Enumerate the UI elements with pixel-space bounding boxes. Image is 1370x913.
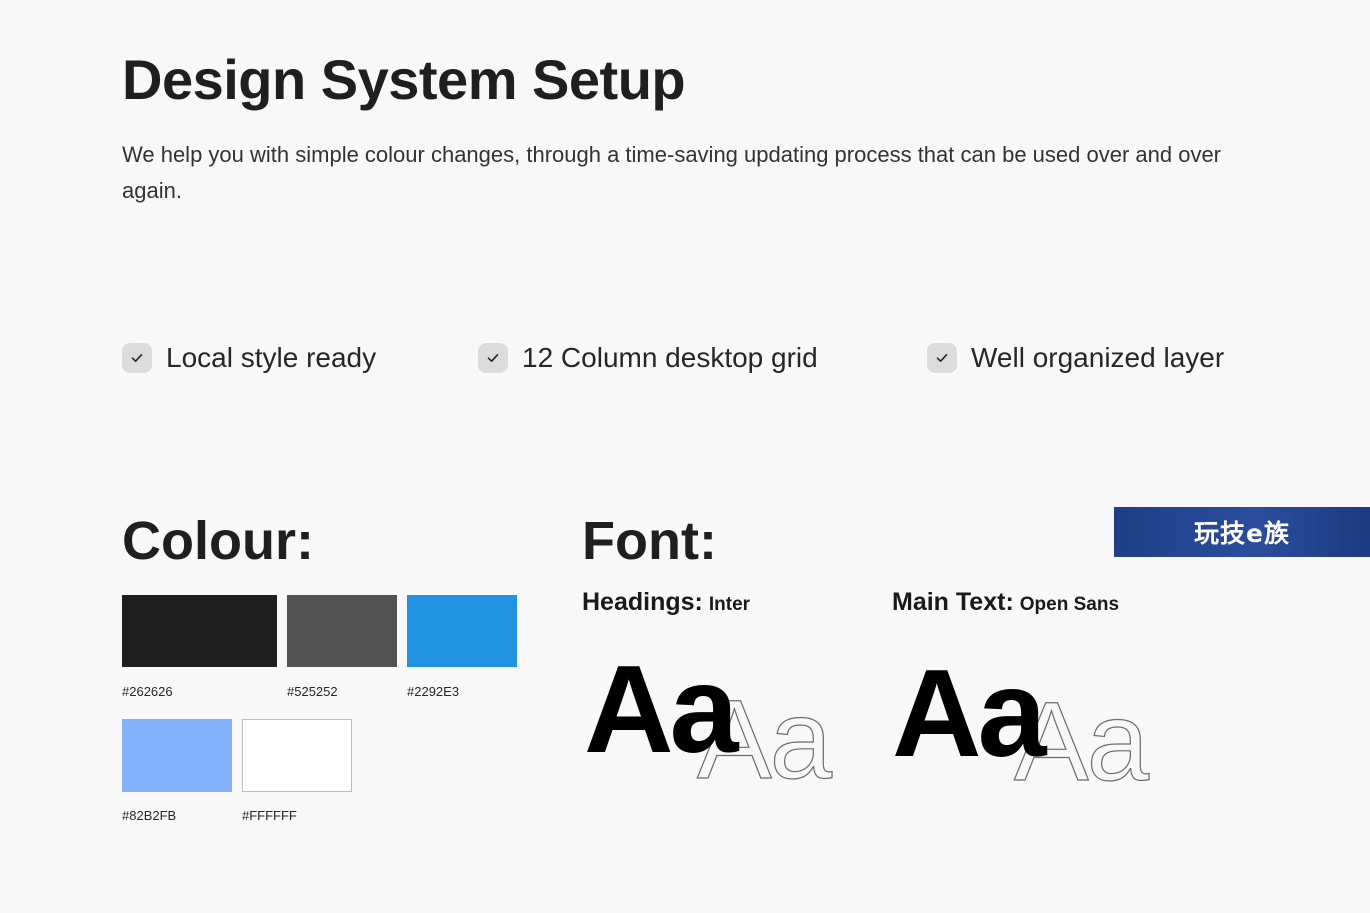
color-swatch	[122, 595, 277, 667]
color-code: #2292E3	[407, 684, 460, 699]
feature-item-local-style: Local style ready	[122, 338, 376, 378]
page-title: Design System Setup	[122, 48, 686, 111]
color-swatch	[122, 719, 232, 792]
headings-label: Headings:	[582, 588, 703, 616]
color-code: #82B2FB	[122, 808, 177, 823]
color-code: #262626	[122, 684, 173, 699]
feature-list: Local style ready 12 Column desktop grid…	[0, 338, 1370, 378]
main-text-font-name: Open Sans	[1019, 594, 1120, 615]
check-icon	[927, 343, 957, 373]
main-text-font-label: Main Text: Open Sans	[892, 588, 1119, 617]
feature-item-organized-layer: Well organized layer	[927, 338, 1224, 378]
feature-label: 12 Column desktop grid	[522, 342, 818, 373]
main-text-sample-solid: Aa	[892, 645, 1047, 783]
feature-label: Local style ready	[166, 342, 377, 373]
color-swatch	[407, 595, 517, 667]
feature-label: Well organized layer	[971, 342, 1225, 373]
page-subtitle: We help you with simple colour changes, …	[122, 142, 1222, 203]
headings-sample-solid: Aa	[584, 641, 739, 779]
main-text-label: Main Text:	[892, 588, 1014, 616]
font-section-title: Font:	[582, 511, 717, 571]
feature-item-column-grid: 12 Column desktop grid	[478, 338, 818, 378]
color-code: #FFFFFF	[242, 808, 297, 823]
color-swatch	[242, 719, 352, 792]
color-code: #525252	[287, 684, 338, 699]
page: Design System Setup We help you with sim…	[0, 0, 1370, 913]
check-icon	[122, 343, 152, 373]
headings-font-name: Inter	[708, 594, 751, 615]
headings-font-label: Headings: Inter	[582, 588, 750, 617]
color-swatch	[287, 595, 397, 667]
check-icon	[478, 343, 508, 373]
watermark-text: 玩技e族	[1194, 519, 1290, 548]
colour-section-title: Colour:	[122, 511, 314, 571]
watermark-logo: 玩技e族	[1114, 507, 1370, 557]
